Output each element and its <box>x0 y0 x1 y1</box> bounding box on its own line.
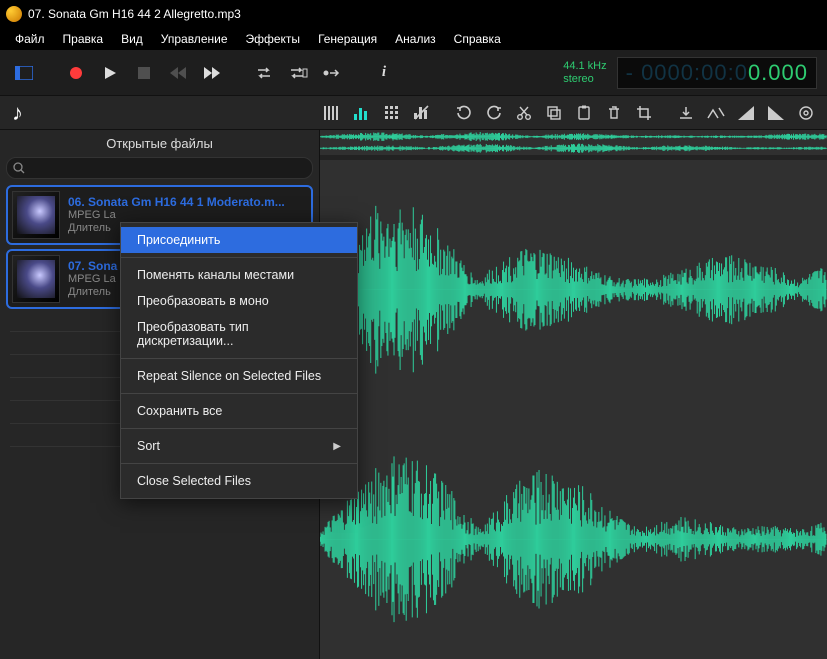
copy-icon[interactable] <box>541 100 567 126</box>
fadein-icon[interactable] <box>733 100 759 126</box>
menubar: Файл Правка Вид Управление Эффекты Генер… <box>0 28 827 50</box>
context-item[interactable]: Repeat Silence on Selected Files <box>121 363 357 389</box>
context-item[interactable]: Поменять каналы местами <box>121 262 357 288</box>
window-title: 07. Sonata Gm H16 44 2 Allegretto.mp3 <box>28 7 241 21</box>
titlebar: 07. Sonata Gm H16 44 2 Allegretto.mp3 <box>0 0 827 28</box>
sidebar-title: Открытые файлы <box>0 130 319 155</box>
menu-view[interactable]: Вид <box>112 30 152 48</box>
file-thumbnail <box>12 255 60 303</box>
waveform-area[interactable] <box>320 130 827 659</box>
play-button[interactable] <box>96 59 124 87</box>
context-item[interactable]: Сохранить все <box>121 398 357 424</box>
info-button[interactable]: i <box>370 59 398 87</box>
file-codec: MPEG La <box>68 209 307 222</box>
settings-icon[interactable] <box>793 100 819 126</box>
forward-button[interactable] <box>198 59 226 87</box>
sidebar-toggle-button[interactable] <box>10 59 38 87</box>
record-button[interactable] <box>62 59 90 87</box>
menu-generate[interactable]: Генерация <box>309 30 386 48</box>
search-input[interactable] <box>6 157 313 179</box>
levels-grid-icon[interactable] <box>379 100 405 126</box>
context-item[interactable]: Преобразовать тип дискретизации... <box>121 314 357 354</box>
context-item[interactable]: Close Selected Files <box>121 468 357 494</box>
levels-off-icon[interactable] <box>409 100 435 126</box>
menu-file[interactable]: Файл <box>6 30 54 48</box>
menu-help[interactable]: Справка <box>445 30 510 48</box>
paste-icon[interactable] <box>571 100 597 126</box>
crop-icon[interactable] <box>631 100 657 126</box>
menu-manage[interactable]: Управление <box>152 30 237 48</box>
readout-format: 44.1 kHz stereo <box>563 60 606 84</box>
waveform-overview[interactable] <box>320 130 827 156</box>
readout: 44.1 kHz stereo - 0000:00:00.000 <box>563 57 817 89</box>
fadeout-icon[interactable] <box>763 100 789 126</box>
levels-color-icon[interactable] <box>349 100 375 126</box>
context-item[interactable]: Преобразовать в моно <box>121 288 357 314</box>
loop-button[interactable] <box>250 59 278 87</box>
rewind-button[interactable] <box>164 59 192 87</box>
context-menu: ПрисоединитьПоменять каналы местамиПреоб… <box>120 222 358 499</box>
menu-edit[interactable]: Правка <box>54 30 113 48</box>
menu-analyze[interactable]: Анализ <box>386 30 445 48</box>
redo-icon[interactable] <box>481 100 507 126</box>
search-icon <box>13 162 25 174</box>
edit-toolbar: ♪ <box>0 96 827 130</box>
time-counter: - 0000:00:00.000 <box>617 57 817 89</box>
undo-icon[interactable] <box>451 100 477 126</box>
menu-effects[interactable]: Эффекты <box>237 30 310 48</box>
note-icon: ♪ <box>12 100 23 126</box>
app-icon <box>6 6 22 22</box>
file-thumbnail <box>12 191 60 239</box>
import-icon[interactable] <box>673 100 699 126</box>
transport-toolbar: i 44.1 kHz stereo - 0000:00:00.000 <box>0 50 827 96</box>
delete-icon[interactable] <box>601 100 627 126</box>
loop-selection-button[interactable] <box>284 59 312 87</box>
cut-icon[interactable] <box>511 100 537 126</box>
context-item[interactable]: Sort▶ <box>121 433 357 459</box>
chevron-right-icon: ▶ <box>333 441 341 452</box>
waveform-main[interactable] <box>320 160 827 659</box>
stop-button[interactable] <box>130 59 158 87</box>
context-item[interactable]: Присоединить <box>121 227 357 253</box>
bars-icon[interactable] <box>319 100 345 126</box>
file-name: 06. Sonata Gm H16 44 1 Moderato.m... <box>68 195 307 209</box>
goto-button[interactable] <box>318 59 346 87</box>
bounce-icon[interactable] <box>703 100 729 126</box>
